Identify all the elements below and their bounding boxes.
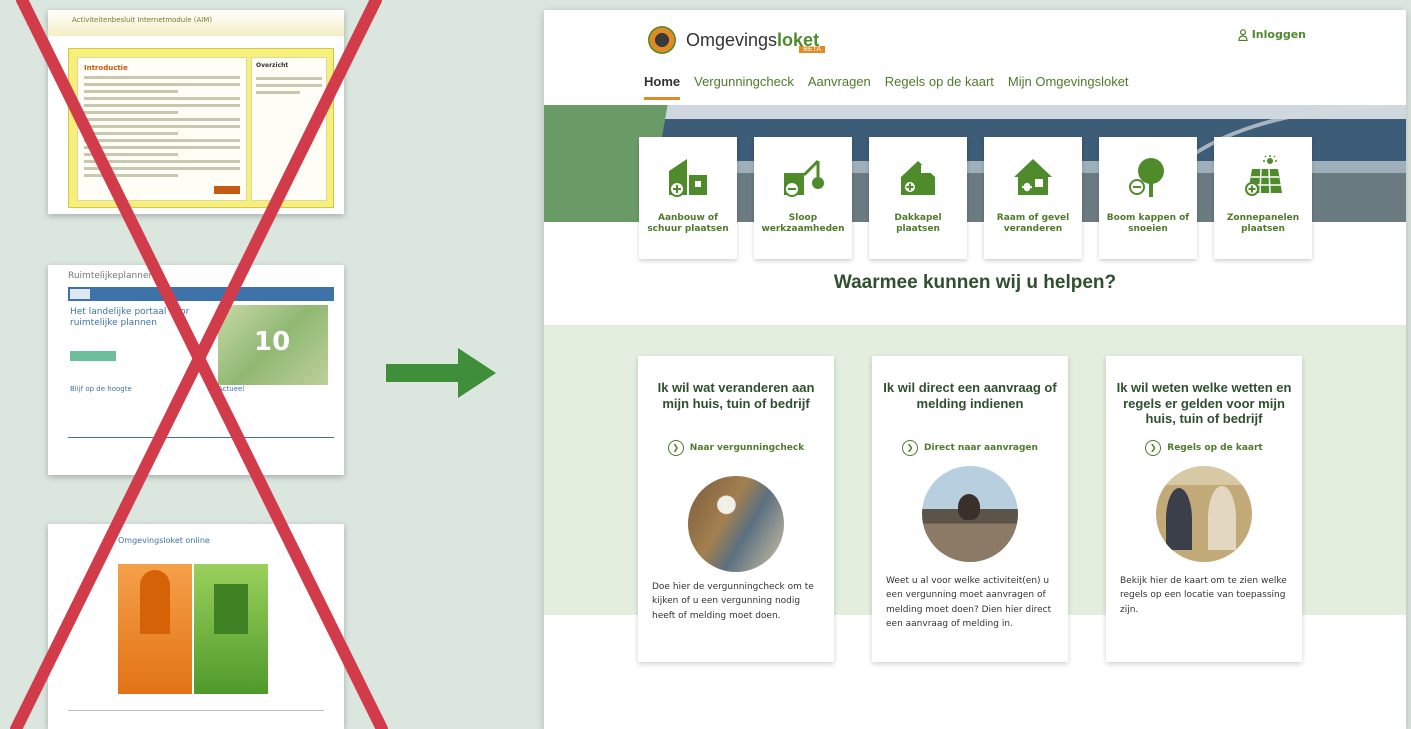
task-tile-raam-gevel[interactable]: Raam of gevel veranderen [984,137,1082,259]
task-label: Boom kappen of snoeien [1106,213,1190,235]
chevron-right-icon: ❯ [667,440,684,456]
old-site-content: Introductie [77,57,247,201]
task-label: Dakkapel plaatsen [894,213,942,235]
old-site-aim-screenshot: Activiteitenbesluit Internetmodule (AIM)… [48,10,344,214]
arrow-right-icon [386,348,496,398]
regels-op-de-kaart-link[interactable]: ❯ Regels op de kaart [1106,440,1302,456]
logo-mark-icon [648,26,676,54]
card-vergunningcheck: Ik wil wat veranderen aan mijn huis, tui… [638,356,834,662]
help-heading: Waarmee kunnen wij u helpen? [833,272,1117,293]
old-site-section-right: Actueel [218,385,245,393]
old-site-header: Activiteitenbesluit Internetmodule (AIM) [48,10,344,36]
nav-aanvragen[interactable]: Aanvragen [808,72,871,100]
card-title: Ik wil weten welke wetten en regels er g… [1116,380,1292,427]
factory-silhouette-icon [214,584,248,634]
task-label: Sloop werkzaamheden [761,213,845,235]
old-site-nav [68,287,334,301]
task-tile-boom[interactable]: Boom kappen of snoeien [1099,137,1197,259]
task-tile-dakkapel[interactable]: Dakkapel plaatsen [869,137,967,259]
intent-cards: Ik wil wat veranderen aan mijn huis, tui… [638,356,1340,662]
vergunningcheck-link[interactable]: ❯ Naar vergunningcheck [638,440,834,456]
old-site-omgevingsloket-screenshot: Omgevingsloket online [48,524,344,729]
beta-badge: BETA [799,45,826,53]
task-label: Raam of gevel veranderen [996,213,1070,235]
task-label: Aanbouw of schuur plaatsen [647,213,729,235]
nav-vergunningcheck[interactable]: Vergunningcheck [694,72,794,100]
logo-text: Omgevingsloket BETA [686,30,826,53]
task-label: Zonnepanelen plaatsen [1226,213,1300,235]
task-tile-sloop[interactable]: Sloop werkzaamheden [754,137,852,259]
old-site-title: Introductie [84,64,128,72]
nav-regels-op-de-kaart[interactable]: Regels op de kaart [885,72,994,100]
old-site-button [70,351,116,361]
old-site-map-image: 10 [218,305,328,385]
card-aanvragen: Ik wil direct een aanvraag of melding in… [872,356,1068,662]
old-site-business-tile [194,564,268,694]
card-title: Ik wil direct een aanvraag of melding in… [883,380,1057,411]
person-silhouette-icon [140,570,170,634]
nav-mijn-omgevingsloket[interactable]: Mijn Omgevingsloket [1008,72,1129,100]
dormer-house-icon [901,161,935,195]
omgevingsloket-logo[interactable]: Omgevingsloket BETA [648,26,826,54]
task-tile-zonnepanelen[interactable]: Zonnepanelen plaatsen [1214,137,1312,259]
login-label: Inloggen [1251,28,1306,41]
window-house-icon [1014,159,1052,195]
nav-home[interactable]: Home [644,72,681,100]
old-site-section-left: Blijf op de hoogte [70,385,132,393]
old-site-frame: Introductie Overzicht [68,48,334,208]
main-navigation: Home Vergunningcheck Aanvragen Regels op… [644,72,1143,100]
user-icon [1238,28,1248,41]
old-site-ruimtelijkeplannen-screenshot: Ruimtelijkeplannen Home FAQ Contact Het … [48,265,344,475]
card-photo-office [922,466,1018,562]
chevron-right-icon: ❯ [902,440,919,456]
card-description: Weet u al voor welke activiteit(en) u ee… [886,576,1052,630]
login-link[interactable]: Inloggen [1238,28,1306,41]
tree-icon [1129,158,1164,197]
old-site-header: Ruimtelijkeplannen [68,271,155,281]
aanvragen-link[interactable]: ❯ Direct naar aanvragen [872,440,1068,456]
old-site-sidebar: Overzicht [251,57,327,201]
card-description: Bekijk hier de kaart om te zien welke re… [1120,576,1287,615]
card-photo-map-reading [1156,466,1252,562]
card-regels: Ik wil weten welke wetten en regels er g… [1106,356,1302,662]
task-tile-aanbouw[interactable]: Aanbouw of schuur plaatsen [639,137,737,259]
card-description: Doe hier de vergunningcheck om te kijken… [652,582,814,621]
card-photo-construction [688,476,784,572]
task-tiles: Aanbouw of schuur plaatsen Sloop werkzaa… [639,137,1329,259]
old-site-side-title: Overzicht [256,62,289,69]
solar-panel-icon [1245,155,1282,196]
old-site-map-number: 10 [254,327,291,357]
extension-house-icon [669,159,707,197]
card-title: Ik wil wat veranderen aan mijn huis, tui… [657,380,815,411]
demolition-crane-icon [784,159,824,197]
chevron-right-icon: ❯ [1145,440,1162,456]
old-site-header: Omgevingsloket online [118,536,210,545]
old-site-title: Het landelijke portaal voor ruimtelijke … [70,307,190,328]
old-site-next-button [214,186,240,194]
new-omgevingsloket-site: Omgevingsloket BETA Inloggen Home Vergun… [544,10,1406,729]
old-site-private-tile [118,564,192,694]
